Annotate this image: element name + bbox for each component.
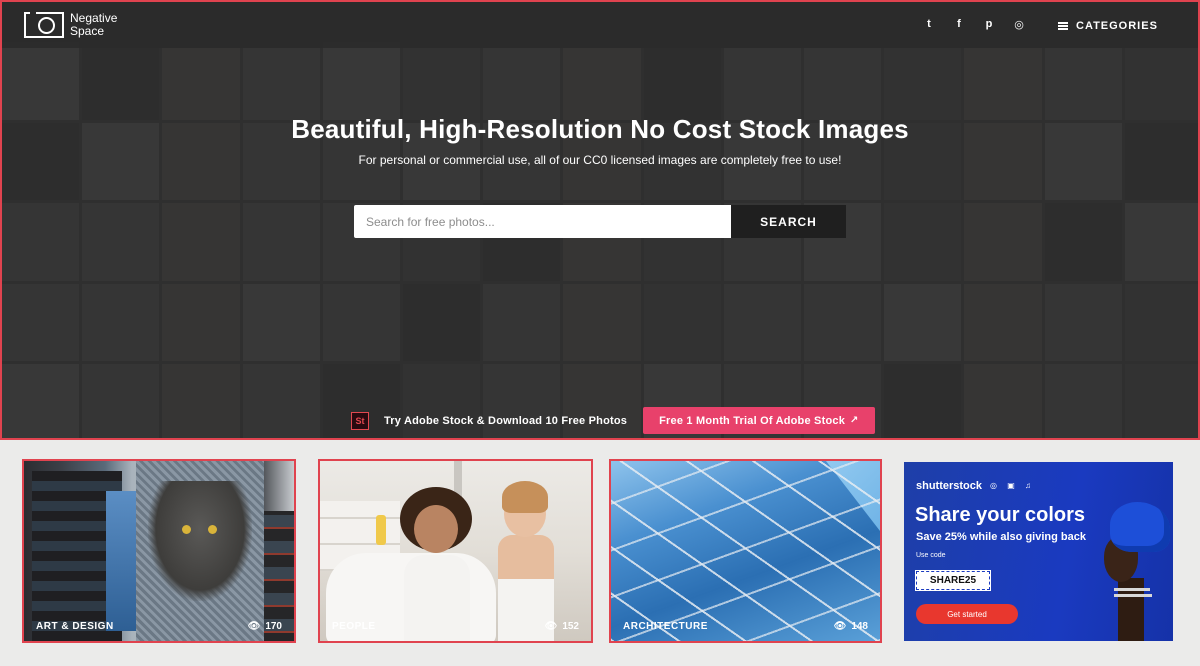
camera-logo-icon xyxy=(24,10,64,38)
hero-subtitle: For personal or commercial use, all of o… xyxy=(358,153,842,167)
promo-code: SHARE25 xyxy=(915,570,991,591)
promo-text: Try Adobe Stock & Download 10 Free Photo… xyxy=(384,414,628,427)
background-mosaic xyxy=(2,42,1198,438)
logo-text: Negative Space xyxy=(70,12,117,38)
shutterstock-logo: shutterstock xyxy=(916,480,983,492)
view-count: 👁 170 xyxy=(248,621,282,632)
external-link-icon: ↗ xyxy=(850,415,859,426)
facebook-icon[interactable]: f xyxy=(953,18,965,31)
category-card-art-design[interactable]: ART & DESIGN 👁 170 xyxy=(22,459,296,643)
view-count-value: 148 xyxy=(851,621,868,632)
ad-subtitle: Save 25% while also giving back xyxy=(916,531,1086,543)
logo-text-line2: Space xyxy=(70,24,105,38)
architecture-image xyxy=(611,461,880,641)
eye-icon: 👁 xyxy=(247,621,261,632)
view-count-value: 170 xyxy=(265,621,282,632)
hamburger-menu-icon xyxy=(1058,22,1068,30)
eye-icon: 👁 xyxy=(833,621,847,632)
adobe-stock-icon: St xyxy=(351,411,369,430)
category-card-architecture[interactable]: ARCHITECTURE 👁 148 xyxy=(609,459,882,643)
card-label: ARCHITECTURE xyxy=(623,621,708,632)
search-input[interactable] xyxy=(354,205,731,238)
adobe-trial-label: Free 1 Month Trial Of Adobe Stock xyxy=(659,414,846,427)
media-type-icons: ◎ ▣ ♫ xyxy=(990,481,1035,490)
hero-title: Beautiful, High-Resolution No Cost Stock… xyxy=(291,114,909,144)
ad-model-image xyxy=(1094,502,1173,641)
view-count: 👁 148 xyxy=(834,621,868,632)
adobe-trial-button[interactable]: Free 1 Month Trial Of Adobe Stock ↗ xyxy=(643,407,875,434)
search-form: SEARCH xyxy=(354,205,846,238)
search-button[interactable]: SEARCH xyxy=(731,205,846,238)
view-count: 👁 152 xyxy=(545,621,579,632)
card-label: PEOPLE xyxy=(332,621,376,632)
categories-label: CATEGORIES xyxy=(1076,20,1158,32)
pinterest-icon[interactable]: p xyxy=(983,18,995,31)
adobe-stock-promo: St Try Adobe Stock & Download 10 Free Ph… xyxy=(351,407,875,434)
get-started-button[interactable]: Get started xyxy=(916,604,1018,624)
top-navigation-bar: Negative Space t f p ◎ CATEGORIES xyxy=(2,2,1198,48)
categories-menu-button[interactable]: CATEGORIES xyxy=(1058,20,1158,32)
social-links: t f p ◎ xyxy=(923,18,1025,31)
site-logo[interactable]: Negative Space xyxy=(24,10,117,38)
instagram-icon[interactable]: ◎ xyxy=(1013,18,1025,31)
category-card-people[interactable]: PEOPLE 👁 152 xyxy=(318,459,593,643)
ad-title: Share your colors xyxy=(915,504,1086,526)
twitter-icon[interactable]: t xyxy=(923,18,935,31)
view-count-value: 152 xyxy=(562,621,579,632)
eye-icon: 👁 xyxy=(544,621,558,632)
art-design-image xyxy=(24,461,294,641)
card-label: ART & DESIGN xyxy=(36,621,114,632)
use-code-label: Use code xyxy=(916,552,946,559)
hero-section: Negative Space t f p ◎ CATEGORIES Beauti… xyxy=(0,0,1200,440)
people-image xyxy=(320,461,591,641)
shutterstock-ad-banner[interactable]: shutterstock ◎ ▣ ♫ Share your colors Sav… xyxy=(904,462,1173,641)
